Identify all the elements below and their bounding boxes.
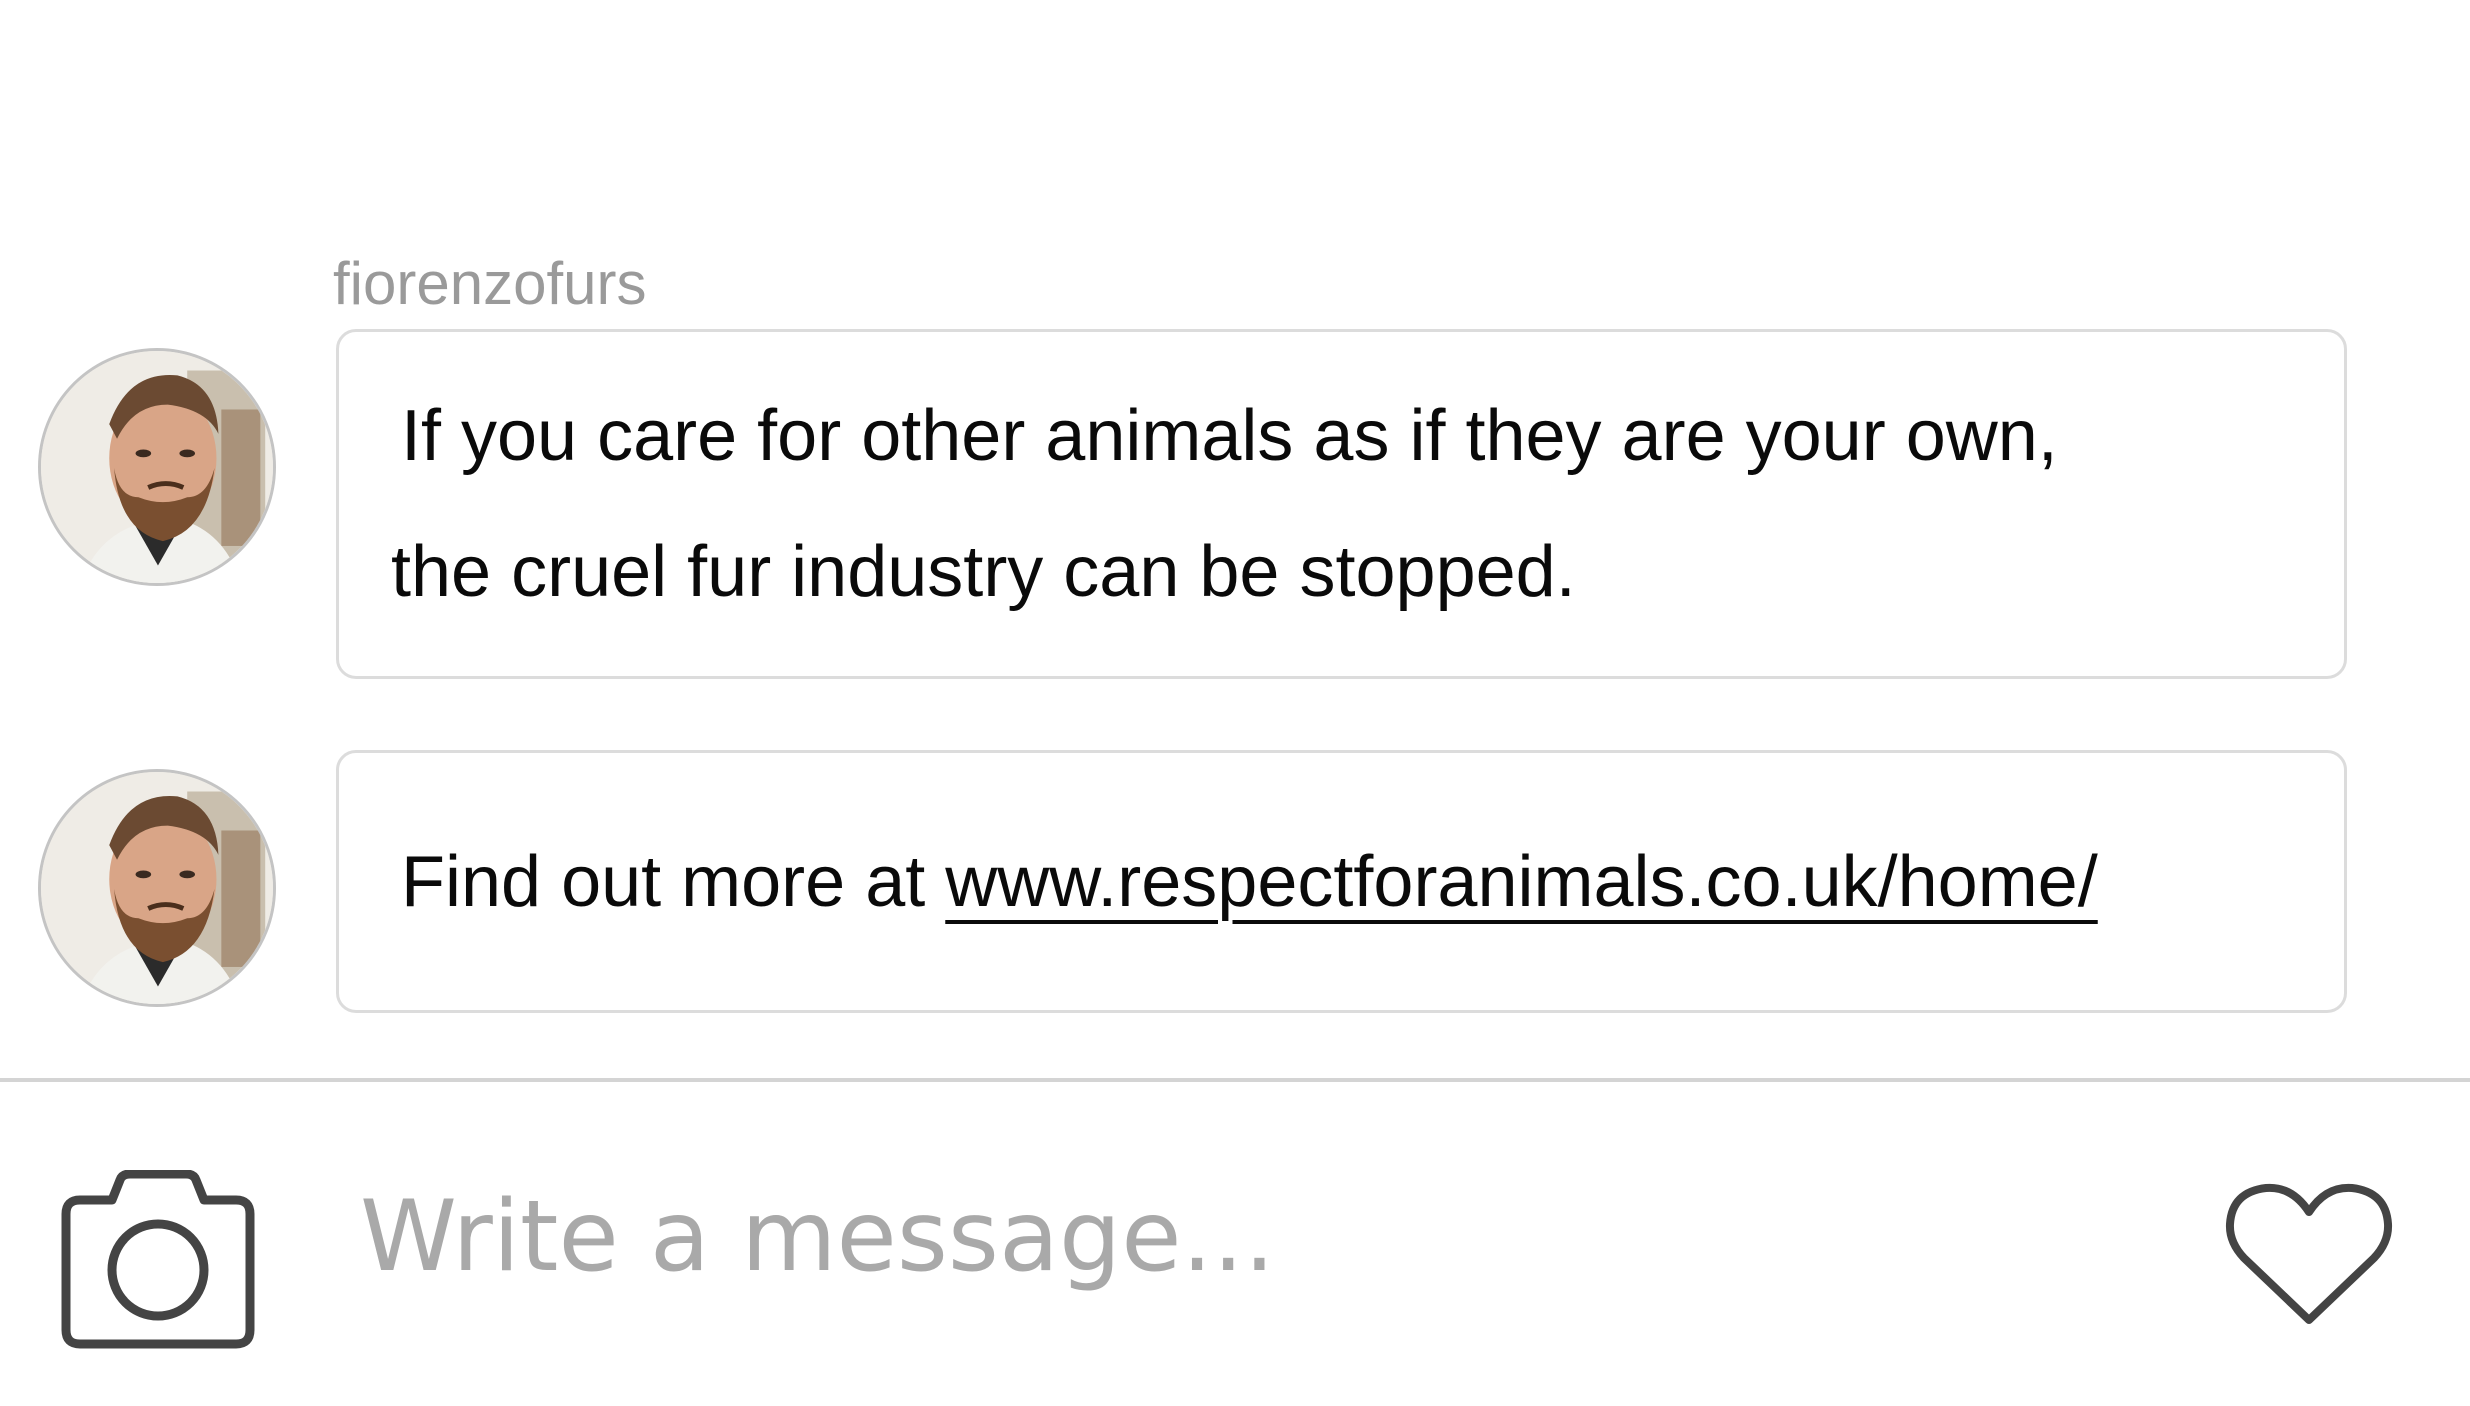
sender-username: fiorenzofurs [333,250,647,317]
avatar-photo [41,351,273,583]
message-input[interactable] [360,1162,2160,1312]
message-bubble[interactable]: If you care for other animals as if they… [336,329,2347,679]
like-button[interactable] [2224,1180,2394,1330]
sender-avatar[interactable] [38,348,276,586]
camera-icon [61,1170,255,1349]
message-bubble[interactable]: Find out more at www.respectforanimals.c… [336,750,2347,1013]
avatar-photo [41,772,273,1004]
message-text-line: If you care for other animals as if they… [401,396,2058,476]
heart-icon [2225,1183,2393,1324]
sender-avatar[interactable] [38,769,276,1007]
message-text: Find out more at [401,841,926,922]
camera-button[interactable] [60,1170,256,1350]
message-composer [0,1082,2470,1406]
message-link[interactable]: www.respectforanimals.co.uk/home/ [945,841,2097,923]
message-text-line: the cruel fur industry can be stopped. [391,532,1576,612]
direct-message-screen: fiorenzofurs If you care for other anima… [0,0,2470,1406]
